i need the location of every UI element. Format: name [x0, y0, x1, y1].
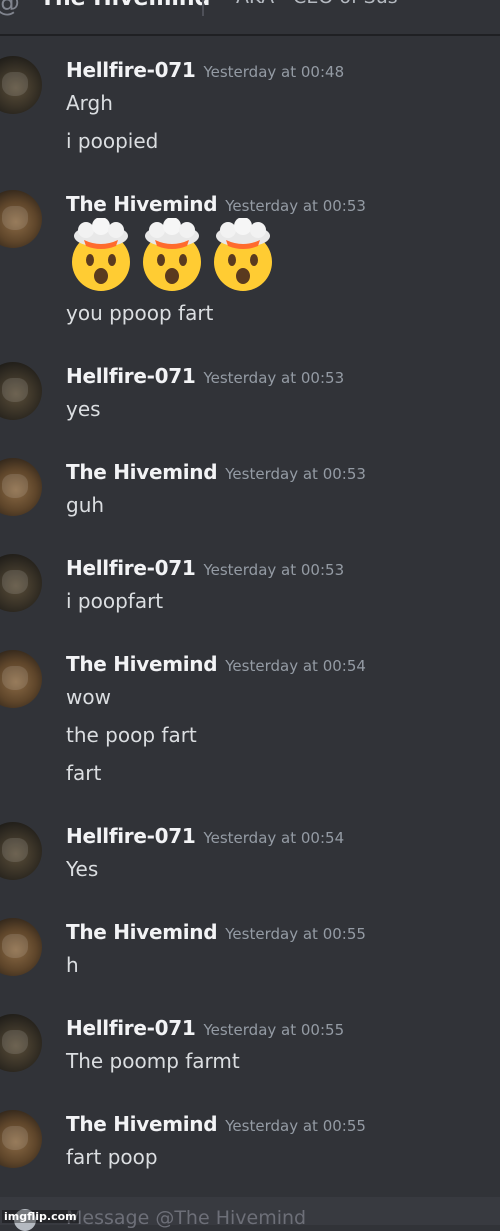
message-text: i poopied	[66, 129, 159, 153]
timestamp: Yesterday at 00:54	[203, 829, 345, 847]
avatar[interactable]	[0, 56, 42, 114]
message-header: Hellfire-071 Yesterday at 00:53	[66, 364, 344, 388]
timestamp: Yesterday at 00:53	[225, 197, 366, 215]
message-header: Hellfire-071 Yesterday at 00:55	[66, 1016, 344, 1040]
message-text: fart	[66, 761, 102, 785]
author-name[interactable]: The Hivemind	[66, 460, 218, 484]
author-name[interactable]: Hellfire-071	[66, 556, 196, 580]
message-header: Hellfire-071 Yesterday at 00:48	[66, 58, 344, 82]
message-text: you ppoop fart	[66, 301, 214, 325]
channel-header: @ The Hivemind AKA - CEO of Sus	[0, 0, 500, 36]
watermark: imgflip.com	[2, 1210, 79, 1223]
timestamp: Yesterday at 00:55	[225, 1117, 366, 1135]
message-text: i poopfart	[66, 589, 164, 613]
message-text: guh	[66, 493, 105, 517]
channel-topic: AKA - CEO of Sus	[236, 0, 398, 8]
avatar[interactable]	[0, 362, 42, 420]
avatar[interactable]	[0, 918, 42, 976]
timestamp: Yesterday at 00:53	[203, 561, 345, 579]
avatar[interactable]	[0, 1110, 42, 1168]
timestamp: Yesterday at 00:48	[203, 63, 345, 81]
message-text: fart poop	[66, 1145, 158, 1169]
avatar[interactable]	[0, 1014, 42, 1072]
author-name[interactable]: Hellfire-071	[66, 824, 196, 848]
timestamp: Yesterday at 00:55	[225, 925, 366, 943]
avatar[interactable]	[0, 554, 42, 612]
exploding-head-emoji	[72, 218, 130, 291]
exploding-head-emoji	[214, 218, 272, 291]
author-name[interactable]: The Hivemind	[66, 920, 218, 944]
message-input[interactable]: Message @The Hivemind	[66, 1207, 306, 1229]
avatar[interactable]	[0, 650, 42, 708]
author-name[interactable]: The Hivemind	[66, 192, 218, 216]
message-text: Argh	[66, 91, 113, 115]
timestamp: Yesterday at 00:54	[225, 657, 366, 675]
header-divider	[202, 0, 204, 16]
author-name[interactable]: Hellfire-071	[66, 58, 196, 82]
message-header: Hellfire-071 Yesterday at 00:53	[66, 556, 344, 580]
timestamp: Yesterday at 00:53	[225, 465, 366, 483]
message-text: yes	[66, 397, 101, 421]
channel-title[interactable]: The Hivemind	[40, 0, 210, 11]
message-header: The Hivemind Yesterday at 00:55	[66, 920, 366, 944]
author-name[interactable]: Hellfire-071	[66, 1016, 196, 1040]
message-text: The poomp farmt	[66, 1049, 240, 1073]
author-name[interactable]: The Hivemind	[66, 1112, 218, 1136]
message-text: the poop fart	[66, 723, 197, 747]
message-text: h	[66, 953, 79, 977]
avatar[interactable]	[0, 458, 42, 516]
avatar[interactable]	[0, 190, 42, 248]
message-text: Yes	[66, 857, 99, 881]
timestamp: Yesterday at 00:55	[203, 1021, 345, 1039]
at-icon: @	[0, 0, 20, 18]
message-header: The Hivemind Yesterday at 00:55	[66, 1112, 366, 1136]
avatar[interactable]	[0, 822, 42, 880]
message-text: wow	[66, 685, 111, 709]
message-header: The Hivemind Yesterday at 00:54	[66, 652, 366, 676]
message-header: The Hivemind Yesterday at 00:53	[66, 192, 366, 216]
exploding-head-emoji	[143, 218, 201, 291]
author-name[interactable]: The Hivemind	[66, 652, 218, 676]
timestamp: Yesterday at 00:53	[203, 369, 345, 387]
message-header: Hellfire-071 Yesterday at 00:54	[66, 824, 344, 848]
author-name[interactable]: Hellfire-071	[66, 364, 196, 388]
message-header: The Hivemind Yesterday at 00:53	[66, 460, 366, 484]
